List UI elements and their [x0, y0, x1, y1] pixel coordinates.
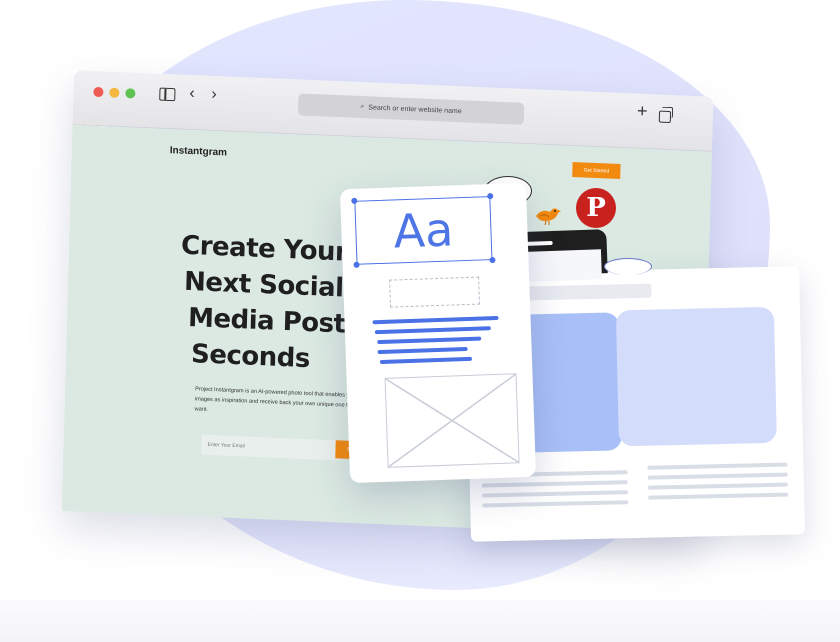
back-icon[interactable]: ‹ [189, 85, 195, 103]
maximize-window-button[interactable] [125, 88, 136, 99]
resize-handle [489, 256, 496, 264]
tabs-overview-icon[interactable] [658, 110, 672, 124]
address-bar[interactable]: ⌕ Search or enter website name [297, 93, 525, 125]
forward-icon[interactable]: › [211, 86, 217, 104]
bird-icon [536, 208, 561, 226]
wireframe-text-line [647, 462, 788, 470]
wireframe-image-block [615, 306, 777, 447]
text-bar [372, 315, 499, 325]
text-bar [379, 356, 472, 365]
text-bar [377, 336, 482, 345]
wireframe-text-line [481, 480, 628, 488]
close-window-button[interactable] [93, 86, 104, 98]
get-started-button[interactable]: Get Started [572, 161, 621, 179]
type-sample: Aa [392, 202, 455, 259]
resize-handle [351, 197, 358, 204]
wireframe-text-line [481, 490, 629, 498]
speech-bubble [604, 258, 652, 275]
wireframe-text-line [648, 492, 789, 500]
typography-wireframe-card: Aa [339, 182, 537, 484]
sidebar-toggle-icon[interactable] [159, 87, 176, 102]
resize-handle [353, 261, 360, 268]
wireframe-text-line [482, 500, 629, 508]
site-logo[interactable]: Instantgram [170, 145, 227, 158]
text-bar [374, 326, 491, 335]
background-floor [0, 600, 840, 642]
text-bar [377, 346, 468, 355]
placeholder-box [389, 276, 481, 308]
address-bar-text: Search or enter website name [368, 103, 462, 115]
new-tab-icon[interactable]: + [637, 101, 648, 122]
search-icon: ⌕ [360, 103, 365, 111]
pinterest-icon: P [576, 188, 616, 228]
wireframe-text-line [647, 482, 788, 490]
minimize-window-button[interactable] [109, 87, 120, 98]
resize-handle [487, 192, 494, 200]
image-placeholder [384, 373, 520, 468]
email-field[interactable] [201, 434, 340, 461]
type-sample-box: Aa [351, 192, 496, 268]
wireframe-text-line [647, 472, 788, 480]
